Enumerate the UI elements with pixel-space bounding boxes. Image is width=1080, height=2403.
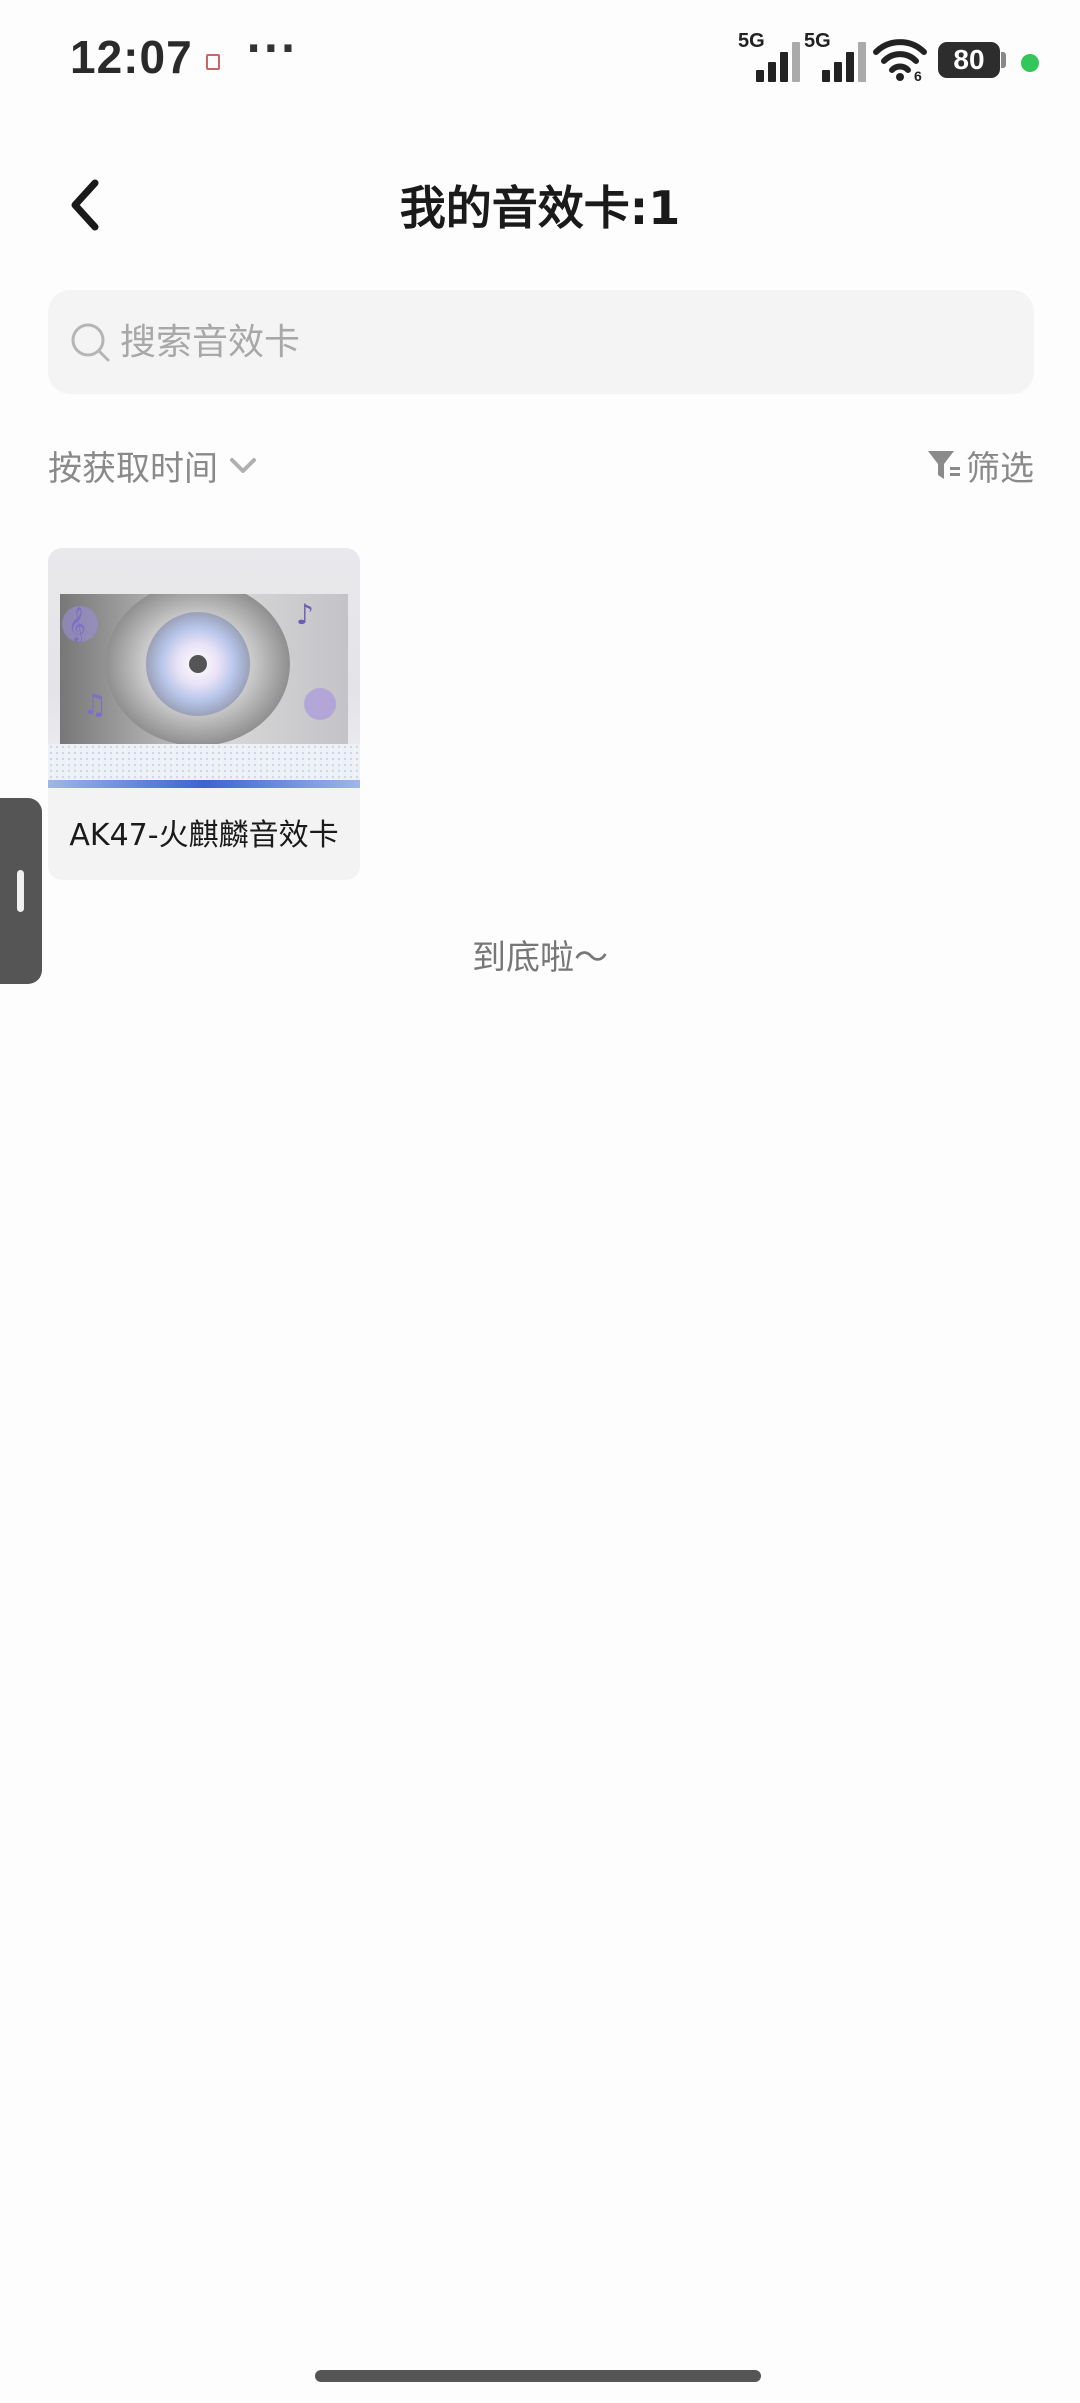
home-indicator[interactable] (315, 2370, 761, 2382)
card-pattern (48, 744, 360, 780)
svg-text:𝄞: 𝄞 (68, 607, 86, 643)
sort-dropdown[interactable]: 按获取时间 (48, 440, 260, 490)
notification-app-icon (206, 54, 220, 70)
sound-card-thumbnail: 𝄞 ♫ ♪ (48, 548, 360, 788)
cellular-signal-icon-2: 5G (804, 30, 866, 82)
svg-text:♫: ♫ (82, 688, 107, 721)
battery-indicator: 80 (938, 42, 1000, 78)
sort-label: 按获取时间 (48, 448, 218, 489)
floating-side-handle[interactable] (0, 798, 42, 984)
sim1-network-label: 5G (738, 30, 765, 52)
search-box[interactable] (48, 290, 1034, 394)
search-input[interactable] (118, 290, 998, 394)
filter-button[interactable]: 筛选 (926, 440, 1034, 490)
filter-icon (928, 451, 960, 479)
disc-icon: 𝄞 ♫ ♪ (62, 594, 336, 744)
card-image-area: 𝄞 ♫ ♪ (60, 594, 348, 744)
privacy-indicator-dot (1021, 54, 1039, 72)
wifi-label: 6 (914, 68, 922, 82)
wifi-icon: 6 (873, 39, 927, 82)
side-handle-grip (17, 870, 24, 912)
status-more-indicator: ··· (246, 26, 298, 72)
filter-label: 筛选 (966, 448, 1034, 489)
status-time: 12:07 (70, 31, 193, 83)
svg-text:♪: ♪ (296, 598, 314, 631)
sound-card-name: AK47-火麒麟音效卡 (69, 818, 339, 853)
cellular-signal-icon-1: 5G (738, 30, 800, 82)
page-title: 我的音效卡:1 (399, 181, 681, 235)
search-icon (71, 323, 110, 362)
status-bar: 12:07 ··· 5G 5G 6 80 (0, 0, 1080, 120)
list-end-text: 到底啦～ (472, 938, 608, 978)
sound-card[interactable]: 𝄞 ♫ ♪ AK47-火麒麟音效卡 (48, 548, 360, 880)
battery-tip (1001, 52, 1006, 68)
card-accent-line (48, 780, 360, 788)
sim2-network-label: 5G (804, 30, 831, 52)
chevron-down-icon (230, 458, 256, 473)
